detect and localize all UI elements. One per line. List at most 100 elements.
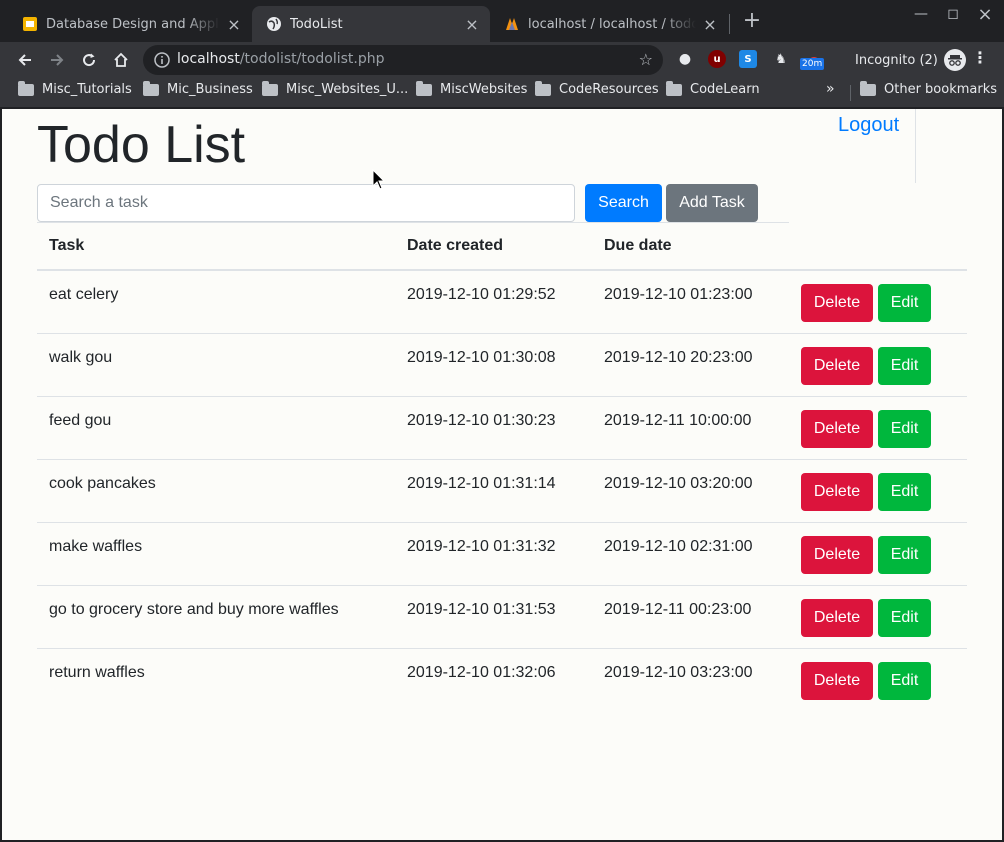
incognito-indicator[interactable]: Incognito (2): [855, 49, 966, 71]
tab-title: TodoList: [290, 16, 343, 32]
due-date: 2019-12-11 00:23:00: [604, 601, 752, 618]
star-icon[interactable]: ☆: [639, 50, 653, 69]
new-tab-icon[interactable]: +: [740, 9, 764, 33]
bookmark-label: CodeResources: [559, 82, 659, 97]
tasks-table: Task Date created Due date eat celery 20…: [37, 223, 967, 712]
logout-link[interactable]: Logout: [838, 114, 899, 137]
reload-icon[interactable]: [75, 46, 103, 74]
date-created: 2019-12-10 01:32:06: [407, 664, 556, 681]
task-name: feed gou: [49, 412, 112, 429]
column-header-task: Task: [49, 237, 85, 254]
folder-icon: [18, 80, 34, 96]
bookmark-folder[interactable]: MiscWebsites: [416, 80, 528, 97]
info-icon[interactable]: [153, 51, 171, 69]
due-date: 2019-12-10 01:23:00: [604, 286, 753, 303]
close-icon[interactable]: ×: [226, 15, 242, 34]
maximize-icon[interactable]: ◻: [938, 6, 968, 22]
folder-icon: [416, 80, 432, 96]
folder-icon: [262, 80, 278, 96]
close-icon[interactable]: ×: [702, 15, 718, 34]
page-title: Todo List: [37, 116, 246, 174]
globe-icon: [266, 16, 282, 32]
bookmark-folder[interactable]: CodeResources: [535, 80, 659, 97]
tab-phpmyadmin[interactable]: localhost / localhost / todolist ×: [490, 6, 728, 42]
bookmark-folder[interactable]: Misc_Websites_U...: [262, 80, 409, 97]
delete-button[interactable]: Delete: [801, 662, 873, 700]
bookmark-label: Misc_Websites_U...: [286, 82, 409, 97]
edit-button[interactable]: Edit: [878, 347, 931, 385]
delete-button[interactable]: Delete: [801, 410, 873, 448]
address-bar[interactable]: localhost/todolist/todolist.php ☆: [143, 45, 663, 75]
tab-todolist[interactable]: TodoList ×: [252, 6, 490, 42]
delete-button[interactable]: Delete: [801, 284, 873, 322]
task-name: eat celery: [49, 286, 119, 303]
search-button[interactable]: Search: [585, 184, 662, 222]
tab-database-design[interactable]: Database Design and Applicati ×: [8, 6, 252, 42]
folder-icon: [143, 80, 159, 96]
folder-icon: [860, 80, 876, 96]
bookmark-label: Misc_Tutorials: [42, 82, 132, 97]
due-date: 2019-12-11 10:00:00: [604, 412, 752, 429]
bookmark-folder[interactable]: Mic_Business: [143, 80, 253, 97]
minimize-icon[interactable]: —: [906, 6, 936, 22]
table-row: eat celery 2019-12-10 01:29:52 2019-12-1…: [37, 271, 967, 334]
delete-button[interactable]: Delete: [801, 599, 873, 637]
incognito-label: Incognito (2): [855, 52, 938, 68]
edit-button[interactable]: Edit: [878, 536, 931, 574]
close-icon[interactable]: ×: [464, 15, 480, 34]
menu-icon[interactable]: ⋮: [972, 48, 988, 67]
delete-button[interactable]: Delete: [801, 473, 873, 511]
due-date: 2019-12-10 03:20:00: [604, 475, 753, 492]
bookmark-label: Other bookmarks: [884, 82, 998, 97]
home-icon[interactable]: [107, 46, 135, 74]
column-header-date-created: Date created: [407, 237, 504, 254]
edit-button[interactable]: Edit: [878, 473, 931, 511]
bookmark-separator: [850, 85, 851, 101]
edit-button[interactable]: Edit: [878, 662, 931, 700]
s-extension-icon[interactable]: S: [739, 50, 757, 68]
table-row: go to grocery store and buy more waffles…: [37, 586, 967, 649]
octocat-extension-icon[interactable]: ●: [676, 50, 694, 68]
table-row: return waffles 2019-12-10 01:32:06 2019-…: [37, 649, 967, 712]
phpmyadmin-icon: [504, 16, 520, 32]
column-header-due-date: Due date: [604, 237, 672, 254]
bookmark-label: MiscWebsites: [440, 82, 528, 97]
edit-button[interactable]: Edit: [878, 410, 931, 448]
bookmark-label: Mic_Business: [167, 82, 253, 97]
bookmark-folder[interactable]: CodeLearn: [666, 80, 760, 97]
folder-icon: [666, 80, 682, 96]
tab-separator: [729, 14, 730, 34]
divider: [915, 109, 916, 183]
ublock-icon[interactable]: u: [708, 50, 726, 68]
date-created: 2019-12-10 01:31:14: [407, 475, 556, 492]
task-name: make waffles: [49, 538, 143, 555]
url-text[interactable]: localhost/todolist/todolist.php: [177, 51, 385, 67]
more-bookmarks-icon[interactable]: »: [826, 81, 835, 97]
tab-strip: Database Design and Applicati × TodoList…: [0, 0, 1004, 42]
edit-button[interactable]: Edit: [878, 284, 931, 322]
window-close-icon[interactable]: ×: [970, 4, 1000, 25]
delete-button[interactable]: Delete: [801, 347, 873, 385]
shoe-extension-icon[interactable]: ♞: [772, 50, 790, 68]
add-task-button[interactable]: Add Task: [666, 184, 758, 222]
delete-button[interactable]: Delete: [801, 536, 873, 574]
search-input[interactable]: [37, 184, 575, 222]
table-row: walk gou 2019-12-10 01:30:08 2019-12-10 …: [37, 334, 967, 397]
edit-button[interactable]: Edit: [878, 599, 931, 637]
mouse-cursor-icon: [372, 169, 386, 190]
folder-icon: [535, 80, 551, 96]
page-viewport: Todo List Logout Search Add Task Task Da…: [2, 109, 1002, 840]
tab-title: localhost / localhost / todolist: [528, 16, 696, 32]
tab-title: Database Design and Applicati: [46, 16, 220, 32]
toolbar: localhost/todolist/todolist.php ☆ ● u S …: [0, 42, 1004, 78]
bookmarks-bar: Misc_Tutorials Mic_Business Misc_Website…: [0, 78, 1004, 108]
back-icon[interactable]: [11, 46, 39, 74]
table-row: make waffles 2019-12-10 01:31:32 2019-12…: [37, 523, 967, 586]
table-row: feed gou 2019-12-10 01:30:23 2019-12-11 …: [37, 397, 967, 460]
timer-badge: 20m: [800, 58, 825, 70]
forward-icon[interactable]: [43, 46, 71, 74]
other-bookmarks[interactable]: Other bookmarks: [860, 80, 998, 97]
bookmark-folder[interactable]: Misc_Tutorials: [18, 80, 132, 97]
task-name: cook pancakes: [49, 475, 156, 492]
url-host: localhost: [177, 51, 240, 67]
